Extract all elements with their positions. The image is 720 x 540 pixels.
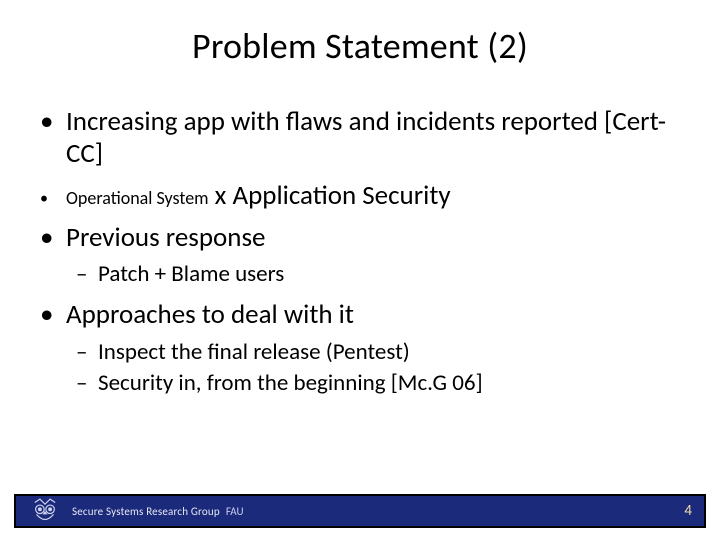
subbullet-pentest: Inspect the final release (Pentest) [76, 339, 680, 367]
owl-icon [28, 497, 62, 525]
bullet-os-vs-appsec: Operational System x Application Securit… [40, 180, 680, 212]
page-number: 4 [684, 502, 692, 520]
subbullet-security-in: Security in, from the beginning [Mc.G 06… [76, 370, 680, 398]
slide: Problem Statement (2) Increasing app wit… [0, 0, 720, 540]
footer-group-name: Secure Systems Research Group [72, 505, 220, 518]
bullet-appsec-large: x Application Security [209, 179, 451, 212]
footer-institution: FAU [226, 505, 244, 518]
footer-bar: Secure Systems Research Group FAU 4 [14, 494, 706, 528]
subbullet-patch-blame: Patch + Blame users [76, 261, 680, 289]
bullet-os-small: Operational System [66, 187, 209, 209]
slide-content: Increasing app with flaws and incidents … [0, 68, 720, 398]
bullet-approaches: Approaches to deal with it [40, 299, 680, 331]
bullet-increasing-apps: Increasing app with flaws and incidents … [40, 106, 680, 170]
slide-title: Problem Statement (2) [0, 0, 720, 68]
bullet-previous-response: Previous response [40, 222, 680, 254]
